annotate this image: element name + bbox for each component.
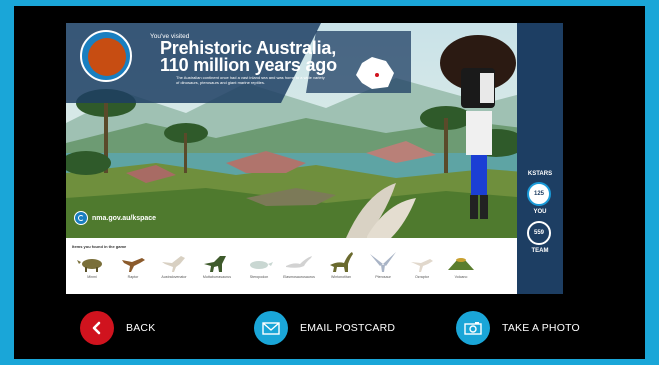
found-item-name: Ozraptor [415,275,429,279]
found-item-name: Muttaburrasaurus [202,275,232,279]
found-item-name: Wintonotitan [331,275,351,279]
found-item-name: Steropodon [249,275,269,279]
australovenator-icon [162,256,185,272]
postcard-title: Prehistoric Australia, 110 million years… [160,39,337,75]
found-item: Ozraptor [402,250,442,290]
back-label: BACK [126,322,156,334]
camera-icon [456,311,490,345]
take-photo-label: TAKE A PHOTO [502,322,580,334]
minmi-icon [77,259,102,272]
ozraptor-icon [411,259,433,272]
found-item: Wintonotitan [321,250,361,290]
volcano-icon [448,258,474,270]
found-item: Steropodon [239,250,279,290]
muttaburrasaurus-icon [204,256,226,272]
found-item: Minmi [72,250,112,290]
raptor-icon [122,258,145,272]
found-item-name: Pterosaur [375,275,391,279]
found-item-name: Australovenator [161,275,187,279]
envelope-icon [254,311,288,345]
found-item: Volcano [441,250,481,290]
chevron-left-icon [80,311,114,345]
postcard-description: The Australian continent once had a vast… [176,75,325,85]
you-label: YOU [533,209,547,215]
found-item-name: Volcano [454,275,468,279]
team-score-badge: 559 [527,221,551,245]
found-item: Elasmosaurusaurus [279,250,319,290]
found-items-title: Items you found in the game [72,244,127,249]
postcard: You've visited Prehistoric Australia, 11… [66,23,563,294]
kspace-url: nma.gov.au/kspace [74,210,156,226]
found-item: Muttaburrasaurus [197,250,237,290]
email-postcard-label: EMAIL POSTCARD [300,322,396,334]
location-badge-icon [80,30,132,82]
kspace-url-text: nma.gov.au/kspace [92,214,157,222]
kspace-logo-icon [74,211,88,225]
found-item-name: Elasmosaurusaurus [283,275,315,279]
postcard-title-line2: 110 million years ago [160,55,337,75]
found-item-name: Raptor [127,275,139,279]
found-item-name: Minmi [87,275,97,279]
found-item: Australovenator [154,250,194,290]
pterosaur-icon [370,252,396,272]
found-item: Pterosaur [363,250,403,290]
found-items-strip: Items you found in the game Minmi Raptor… [66,238,563,294]
steropodon-icon [250,261,273,269]
you-score-badge: 125 [527,182,551,206]
kstars-panel: KSTARS 125 YOU 559 TEAM [517,23,563,294]
elasmosaurus-icon [286,256,312,268]
kstars-label: KSTARS [527,171,553,177]
wintonotitan-icon [330,252,353,272]
take-photo-button[interactable]: TAKE A PHOTO [456,311,580,345]
back-button[interactable]: BACK [80,311,155,345]
team-label: TEAM [531,248,549,254]
found-item: Raptor [113,250,153,290]
email-postcard-button[interactable]: EMAIL POSTCARD [254,311,395,345]
